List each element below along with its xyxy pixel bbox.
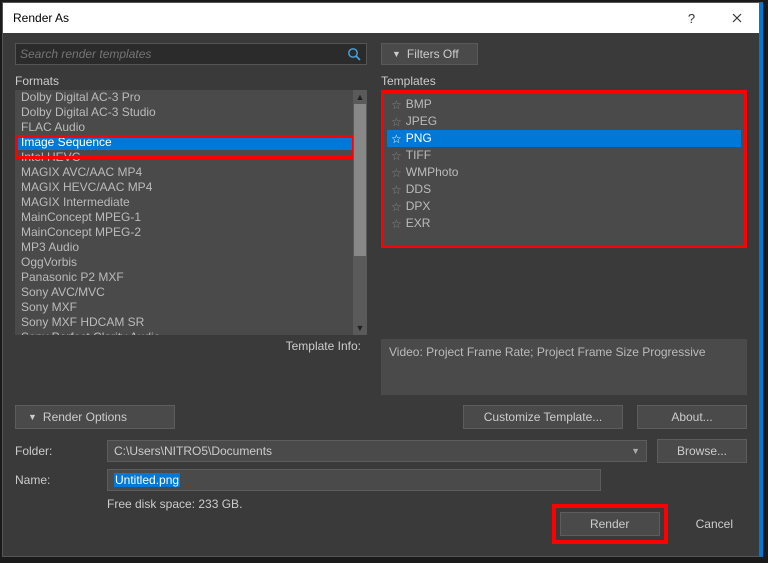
formats-label: Formats <box>15 74 367 88</box>
template-item[interactable]: ☆ DPX <box>387 198 741 215</box>
close-button[interactable] <box>714 3 759 33</box>
template-item[interactable]: ☆ WMPhoto <box>387 164 741 181</box>
format-item[interactable]: Intel HEVC <box>15 150 353 165</box>
favorite-star-icon[interactable]: ☆ <box>391 167 402 179</box>
format-item[interactable]: MAGIX AVC/AAC MP4 <box>15 165 353 180</box>
template-item[interactable]: ☆ EXR <box>387 215 741 232</box>
folder-label: Folder: <box>15 444 97 458</box>
template-item[interactable]: ☆ PNG <box>387 130 741 147</box>
favorite-star-icon[interactable]: ☆ <box>391 184 402 196</box>
scroll-down-icon[interactable]: ▼ <box>353 321 367 335</box>
format-item[interactable]: Sony Perfect Clarity Audio <box>15 330 353 335</box>
help-button[interactable]: ? <box>669 3 714 33</box>
about-button[interactable]: About... <box>637 405 747 429</box>
favorite-star-icon[interactable]: ☆ <box>391 150 402 162</box>
template-item-label: TIFF <box>406 147 431 164</box>
highlight-render-annotation: Render <box>552 504 668 544</box>
favorite-star-icon[interactable]: ☆ <box>391 201 402 213</box>
search-input[interactable] <box>20 47 346 61</box>
name-value: Untitled.png <box>114 473 180 487</box>
close-icon <box>732 13 742 23</box>
template-info-label: Template Info: <box>15 339 367 353</box>
chevron-down-icon: ▼ <box>631 446 640 456</box>
template-item-label: BMP <box>406 96 432 113</box>
format-item[interactable]: Dolby Digital AC-3 Pro <box>15 90 353 105</box>
template-item-label: DDS <box>406 181 431 198</box>
favorite-star-icon[interactable]: ☆ <box>391 116 402 128</box>
name-label: Name: <box>15 473 97 487</box>
format-item[interactable]: Sony AVC/MVC <box>15 285 353 300</box>
format-item[interactable]: Sony MXF HDCAM SR <box>15 315 353 330</box>
filters-toggle[interactable]: ▼ Filters Off <box>381 43 478 65</box>
template-item[interactable]: ☆ DDS <box>387 181 741 198</box>
format-item[interactable]: MAGIX HEVC/AAC MP4 <box>15 180 353 195</box>
template-item-label: PNG <box>406 130 432 147</box>
template-item[interactable]: ☆ JPEG <box>387 113 741 130</box>
template-item[interactable]: ☆ BMP <box>387 96 741 113</box>
template-item-label: DPX <box>406 198 431 215</box>
format-item[interactable]: MainConcept MPEG-2 <box>15 225 353 240</box>
template-item-label: EXR <box>406 215 431 232</box>
scroll-up-icon[interactable]: ▲ <box>353 90 367 104</box>
filters-label: Filters Off <box>407 47 459 61</box>
name-input[interactable]: Untitled.png <box>107 469 601 491</box>
render-as-dialog: Render As ? ▼ Filters Off Formats D <box>2 2 763 557</box>
template-item-label: JPEG <box>406 113 437 130</box>
format-item[interactable]: MainConcept MPEG-1 <box>15 210 353 225</box>
templates-label: Templates <box>381 74 747 88</box>
chevron-down-icon: ▼ <box>392 49 401 59</box>
template-item-label: WMPhoto <box>406 164 459 181</box>
folder-combo[interactable]: C:\Users\NITRO5\Documents ▼ <box>107 440 647 462</box>
browse-button[interactable]: Browse... <box>657 439 747 463</box>
formats-list[interactable]: Dolby Digital AC-3 ProDolby Digital AC-3… <box>15 90 367 335</box>
format-item[interactable]: MAGIX Intermediate <box>15 195 353 210</box>
favorite-star-icon[interactable]: ☆ <box>391 133 402 145</box>
format-item[interactable]: OggVorbis <box>15 255 353 270</box>
search-field-wrap <box>15 43 367 65</box>
template-info-text: Video: Project Frame Rate; Project Frame… <box>381 339 747 395</box>
render-options-button[interactable]: ▼ Render Options <box>15 405 175 429</box>
format-item[interactable]: Sony MXF <box>15 300 353 315</box>
favorite-star-icon[interactable]: ☆ <box>391 99 402 111</box>
formats-scrollbar[interactable]: ▲ ▼ <box>353 90 367 335</box>
titlebar: Render As ? <box>3 3 759 33</box>
window-title: Render As <box>13 11 69 25</box>
customize-template-button[interactable]: Customize Template... <box>463 405 623 429</box>
templates-list[interactable]: ☆ BMP ☆ JPEG ☆ PNG ☆ TIFF ☆ WMPhoto ☆ DDS ☆ DPX ☆ EXR <box>381 90 747 248</box>
cancel-button[interactable]: Cancel <box>688 517 741 531</box>
search-icon[interactable] <box>346 46 362 62</box>
render-button[interactable]: Render <box>560 512 660 536</box>
format-item[interactable]: FLAC Audio <box>15 120 353 135</box>
format-item[interactable]: Panasonic P2 MXF <box>15 270 353 285</box>
format-item[interactable]: MP3 Audio <box>15 240 353 255</box>
format-item[interactable]: Image Sequence <box>15 135 353 150</box>
folder-value: C:\Users\NITRO5\Documents <box>114 444 272 458</box>
favorite-star-icon[interactable]: ☆ <box>391 218 402 230</box>
format-item[interactable]: Dolby Digital AC-3 Studio <box>15 105 353 120</box>
template-item[interactable]: ☆ TIFF <box>387 147 741 164</box>
chevron-down-icon: ▼ <box>28 412 37 422</box>
